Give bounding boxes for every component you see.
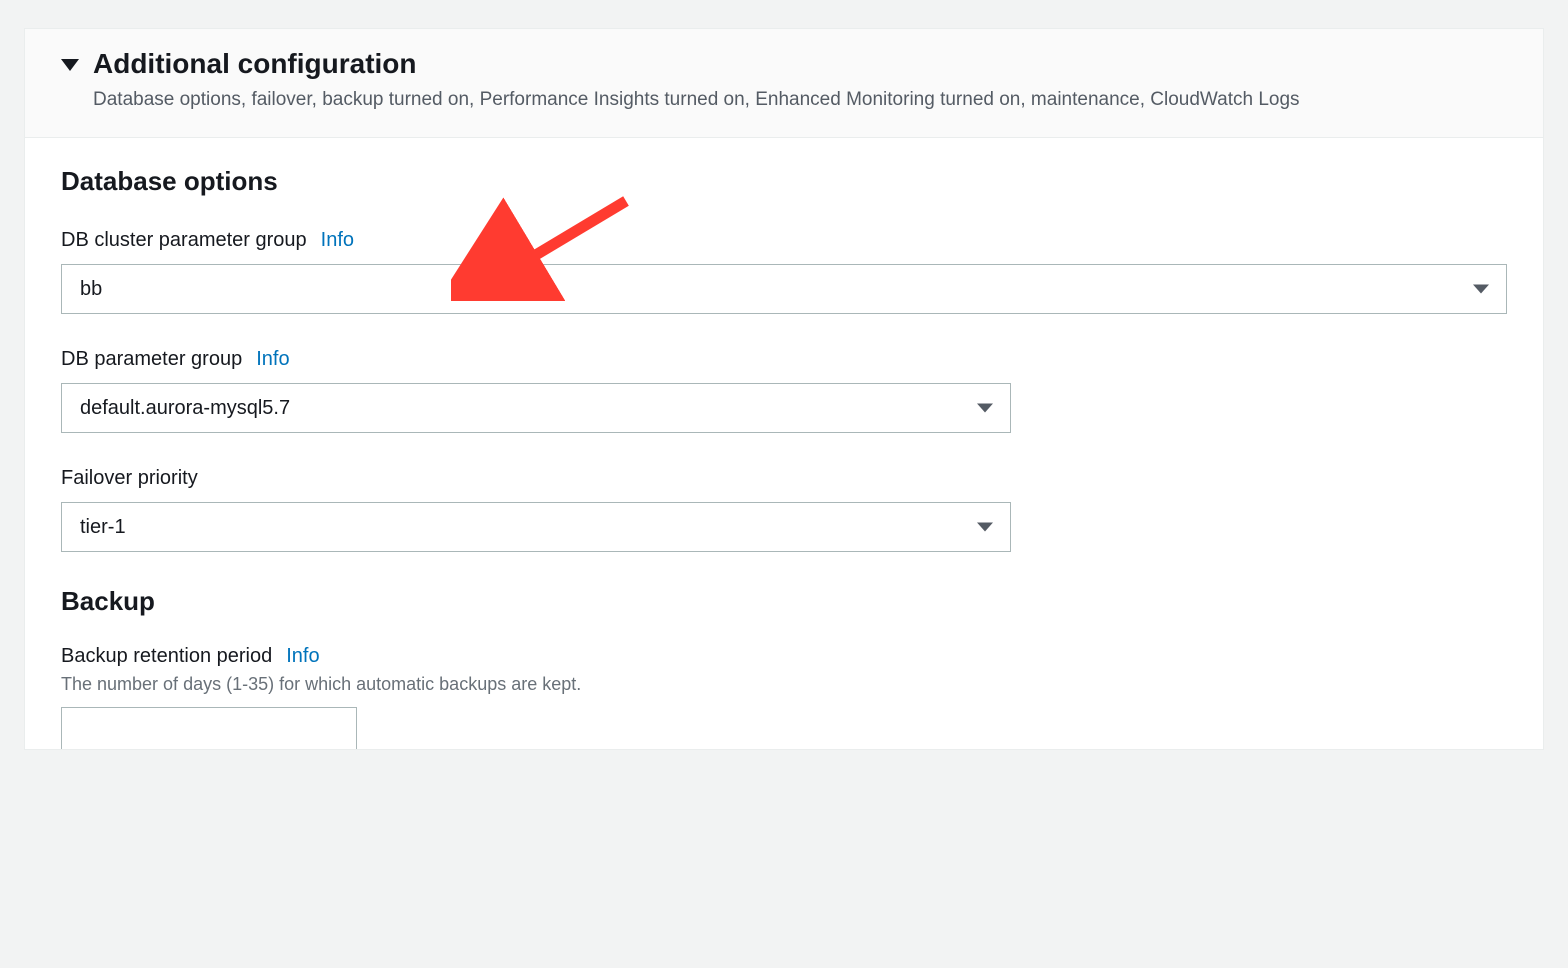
cluster-param-group-value: bb <box>80 278 102 301</box>
backup-retention-field: Backup retention period Info The number … <box>61 645 1507 749</box>
cluster-param-group-field: DB cluster parameter group Info bb <box>61 229 1507 314</box>
failover-priority-value: tier-1 <box>80 516 126 539</box>
panel-content: Database options DB cluster parameter gr… <box>25 138 1543 749</box>
param-group-field: DB parameter group Info default.aurora-m… <box>61 348 1507 433</box>
cluster-param-group-label: DB cluster parameter group <box>61 229 307 252</box>
param-group-label: DB parameter group <box>61 348 242 371</box>
failover-priority-select[interactable]: tier-1 <box>61 502 1011 552</box>
backup-retention-select[interactable] <box>61 707 357 749</box>
accordion-title: Additional configuration <box>93 47 1507 81</box>
backup-retention-label: Backup retention period <box>61 645 272 668</box>
param-group-select[interactable]: default.aurora-mysql5.7 <box>61 383 1011 433</box>
cluster-param-group-info-link[interactable]: Info <box>321 229 354 252</box>
backup-retention-helper: The number of days (1-35) for which auto… <box>61 674 1507 695</box>
failover-priority-label: Failover priority <box>61 467 198 490</box>
database-options-heading: Database options <box>61 166 1507 197</box>
backup-heading: Backup <box>61 586 1507 617</box>
failover-priority-field: Failover priority tier-1 <box>61 467 1507 552</box>
caret-down-icon <box>61 59 79 71</box>
param-group-info-link[interactable]: Info <box>256 348 289 371</box>
additional-configuration-panel: Additional configuration Database option… <box>24 28 1544 750</box>
accordion-subtitle: Database options, failover, backup turne… <box>93 87 1507 114</box>
cluster-param-group-select[interactable]: bb <box>61 264 1507 314</box>
backup-retention-info-link[interactable]: Info <box>286 645 319 668</box>
param-group-value: default.aurora-mysql5.7 <box>80 397 290 420</box>
accordion-header[interactable]: Additional configuration Database option… <box>25 29 1543 138</box>
accordion-title-wrap: Additional configuration Database option… <box>93 47 1507 113</box>
